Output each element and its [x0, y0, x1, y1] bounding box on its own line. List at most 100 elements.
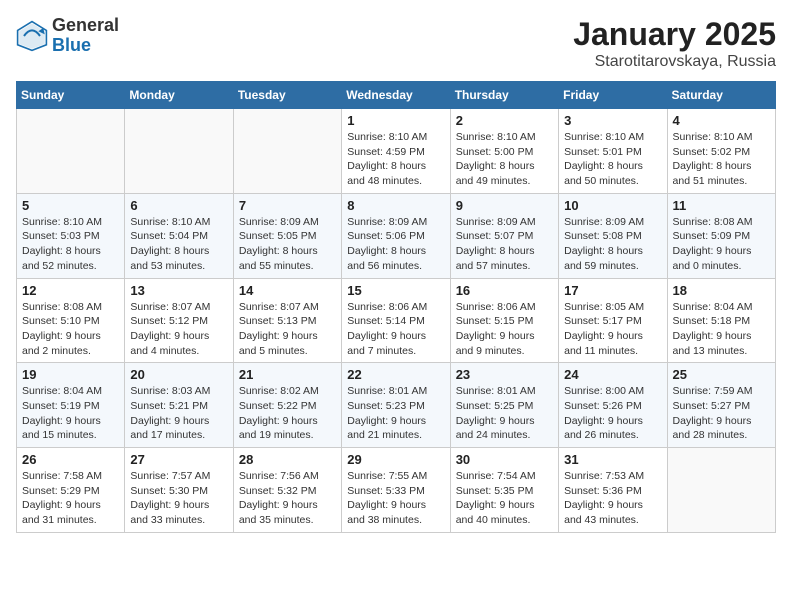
calendar-cell: 1Sunrise: 8:10 AM Sunset: 4:59 PM Daylig… — [342, 109, 450, 194]
day-number: 10 — [564, 198, 661, 213]
calendar-cell: 30 Sunrise: 7:54 AM Sunset: 5:35 PM Dayli… — [450, 448, 558, 533]
calendar-cell: 28 Sunrise: 7:56 AM Sunset: 5:32 PM Dayli… — [233, 448, 341, 533]
day-number: 19 — [22, 367, 119, 382]
day-info: Sunrise: 8:01 AM Sunset: 5:23 PM Dayligh… — [347, 384, 444, 443]
weekday-sunday: Sunday — [17, 82, 125, 109]
day-number: 15 — [347, 283, 444, 298]
day-info: Sunrise: 7:58 AM Sunset: 5:29 PM Dayligh… — [22, 469, 119, 528]
calendar-cell — [667, 448, 775, 533]
week-row-1: 1Sunrise: 8:10 AM Sunset: 4:59 PM Daylig… — [17, 109, 776, 194]
weekday-wednesday: Wednesday — [342, 82, 450, 109]
calendar-cell: 9 Sunrise: 8:09 AM Sunset: 5:07 PM Daylig… — [450, 193, 558, 278]
calendar-body: 1Sunrise: 8:10 AM Sunset: 4:59 PM Daylig… — [17, 109, 776, 533]
weekday-friday: Friday — [559, 82, 667, 109]
day-info: Sunrise: 8:07 AM Sunset: 5:13 PM Dayligh… — [239, 300, 336, 359]
weekday-tuesday: Tuesday — [233, 82, 341, 109]
weekday-monday: Monday — [125, 82, 233, 109]
calendar-cell: 12Sunrise: 8:08 AM Sunset: 5:10 PM Dayli… — [17, 278, 125, 363]
day-number: 7 — [239, 198, 336, 213]
day-info: Sunrise: 8:00 AM Sunset: 5:26 PM Dayligh… — [564, 384, 661, 443]
calendar-cell: 19 Sunrise: 8:04 AM Sunset: 5:19 PM Dayli… — [17, 363, 125, 448]
week-row-2: 5Sunrise: 8:10 AM Sunset: 5:03 PM Daylig… — [17, 193, 776, 278]
day-info: Sunrise: 8:10 AM Sunset: 5:03 PM Dayligh… — [22, 215, 119, 274]
calendar-cell: 13 Sunrise: 8:07 AM Sunset: 5:12 PM Dayli… — [125, 278, 233, 363]
calendar-cell — [125, 109, 233, 194]
month-title: January 2025 — [573, 16, 776, 53]
day-number: 24 — [564, 367, 661, 382]
calendar-cell: 14 Sunrise: 8:07 AM Sunset: 5:13 PM Dayli… — [233, 278, 341, 363]
calendar-cell: 21Sunrise: 8:02 AM Sunset: 5:22 PM Dayli… — [233, 363, 341, 448]
day-number: 30 — [456, 452, 553, 467]
day-info: Sunrise: 7:56 AM Sunset: 5:32 PM Dayligh… — [239, 469, 336, 528]
calendar-cell: 31 Sunrise: 7:53 AM Sunset: 5:36 PM Dayli… — [559, 448, 667, 533]
day-number: 13 — [130, 283, 227, 298]
day-number: 28 — [239, 452, 336, 467]
day-number: 9 — [456, 198, 553, 213]
day-number: 23 — [456, 367, 553, 382]
day-info: Sunrise: 8:05 AM Sunset: 5:17 PM Dayligh… — [564, 300, 661, 359]
day-number: 2 — [456, 113, 553, 128]
day-info: Sunrise: 8:09 AM Sunset: 5:05 PM Dayligh… — [239, 215, 336, 274]
day-info: Sunrise: 8:06 AM Sunset: 5:14 PM Dayligh… — [347, 300, 444, 359]
day-info: Sunrise: 8:10 AM Sunset: 4:59 PM Dayligh… — [347, 130, 444, 189]
calendar-cell — [233, 109, 341, 194]
weekday-header: SundayMondayTuesdayWednesdayThursdayFrid… — [17, 82, 776, 109]
calendar-cell: 15 Sunrise: 8:06 AM Sunset: 5:14 PM Dayli… — [342, 278, 450, 363]
day-info: Sunrise: 8:04 AM Sunset: 5:19 PM Dayligh… — [22, 384, 119, 443]
day-number: 31 — [564, 452, 661, 467]
day-number: 22 — [347, 367, 444, 382]
day-info: Sunrise: 8:08 AM Sunset: 5:10 PM Dayligh… — [22, 300, 119, 359]
day-info: Sunrise: 8:03 AM Sunset: 5:21 PM Dayligh… — [130, 384, 227, 443]
day-info: Sunrise: 8:10 AM Sunset: 5:04 PM Dayligh… — [130, 215, 227, 274]
week-row-3: 12Sunrise: 8:08 AM Sunset: 5:10 PM Dayli… — [17, 278, 776, 363]
day-number: 16 — [456, 283, 553, 298]
calendar-cell: 2Sunrise: 8:10 AM Sunset: 5:00 PM Daylig… — [450, 109, 558, 194]
calendar-cell: 4 Sunrise: 8:10 AM Sunset: 5:02 PM Daylig… — [667, 109, 775, 194]
week-row-4: 19 Sunrise: 8:04 AM Sunset: 5:19 PM Dayli… — [17, 363, 776, 448]
day-number: 8 — [347, 198, 444, 213]
day-number: 4 — [673, 113, 770, 128]
weekday-thursday: Thursday — [450, 82, 558, 109]
calendar-cell: 23 Sunrise: 8:01 AM Sunset: 5:25 PM Dayli… — [450, 363, 558, 448]
day-number: 6 — [130, 198, 227, 213]
calendar-cell: 11 Sunrise: 8:08 AM Sunset: 5:09 PM Dayli… — [667, 193, 775, 278]
day-info: Sunrise: 8:09 AM Sunset: 5:06 PM Dayligh… — [347, 215, 444, 274]
logo-text: General Blue — [52, 16, 119, 56]
day-info: Sunrise: 7:54 AM Sunset: 5:35 PM Dayligh… — [456, 469, 553, 528]
week-row-5: 26 Sunrise: 7:58 AM Sunset: 5:29 PM Dayli… — [17, 448, 776, 533]
calendar-cell: 18Sunrise: 8:04 AM Sunset: 5:18 PM Dayli… — [667, 278, 775, 363]
calendar-cell: 25Sunrise: 7:59 AM Sunset: 5:27 PM Dayli… — [667, 363, 775, 448]
title-area: January 2025 Starotitarovskaya, Russia — [573, 16, 776, 71]
day-info: Sunrise: 8:10 AM Sunset: 5:02 PM Dayligh… — [673, 130, 770, 189]
day-number: 14 — [239, 283, 336, 298]
day-info: Sunrise: 8:06 AM Sunset: 5:15 PM Dayligh… — [456, 300, 553, 359]
calendar-cell: 20Sunrise: 8:03 AM Sunset: 5:21 PM Dayli… — [125, 363, 233, 448]
day-number: 18 — [673, 283, 770, 298]
day-number: 29 — [347, 452, 444, 467]
day-number: 25 — [673, 367, 770, 382]
day-number: 3 — [564, 113, 661, 128]
calendar-cell: 3 Sunrise: 8:10 AM Sunset: 5:01 PM Daylig… — [559, 109, 667, 194]
weekday-saturday: Saturday — [667, 82, 775, 109]
day-info: Sunrise: 8:09 AM Sunset: 5:08 PM Dayligh… — [564, 215, 661, 274]
calendar-cell — [17, 109, 125, 194]
day-info: Sunrise: 8:09 AM Sunset: 5:07 PM Dayligh… — [456, 215, 553, 274]
calendar-cell: 10 Sunrise: 8:09 AM Sunset: 5:08 PM Dayli… — [559, 193, 667, 278]
day-info: Sunrise: 7:57 AM Sunset: 5:30 PM Dayligh… — [130, 469, 227, 528]
day-info: Sunrise: 7:53 AM Sunset: 5:36 PM Dayligh… — [564, 469, 661, 528]
day-info: Sunrise: 8:07 AM Sunset: 5:12 PM Dayligh… — [130, 300, 227, 359]
day-info: Sunrise: 8:01 AM Sunset: 5:25 PM Dayligh… — [456, 384, 553, 443]
day-info: Sunrise: 8:08 AM Sunset: 5:09 PM Dayligh… — [673, 215, 770, 274]
calendar-cell: 22 Sunrise: 8:01 AM Sunset: 5:23 PM Dayli… — [342, 363, 450, 448]
calendar-cell: 8 Sunrise: 8:09 AM Sunset: 5:06 PM Daylig… — [342, 193, 450, 278]
calendar-cell: 26 Sunrise: 7:58 AM Sunset: 5:29 PM Dayli… — [17, 448, 125, 533]
location: Starotitarovskaya, Russia — [573, 53, 776, 71]
day-number: 26 — [22, 452, 119, 467]
day-info: Sunrise: 8:10 AM Sunset: 5:01 PM Dayligh… — [564, 130, 661, 189]
day-number: 27 — [130, 452, 227, 467]
day-number: 21 — [239, 367, 336, 382]
calendar-cell: 17 Sunrise: 8:05 AM Sunset: 5:17 PM Dayli… — [559, 278, 667, 363]
calendar-cell: 24 Sunrise: 8:00 AM Sunset: 5:26 PM Dayli… — [559, 363, 667, 448]
day-number: 17 — [564, 283, 661, 298]
day-number: 11 — [673, 198, 770, 213]
